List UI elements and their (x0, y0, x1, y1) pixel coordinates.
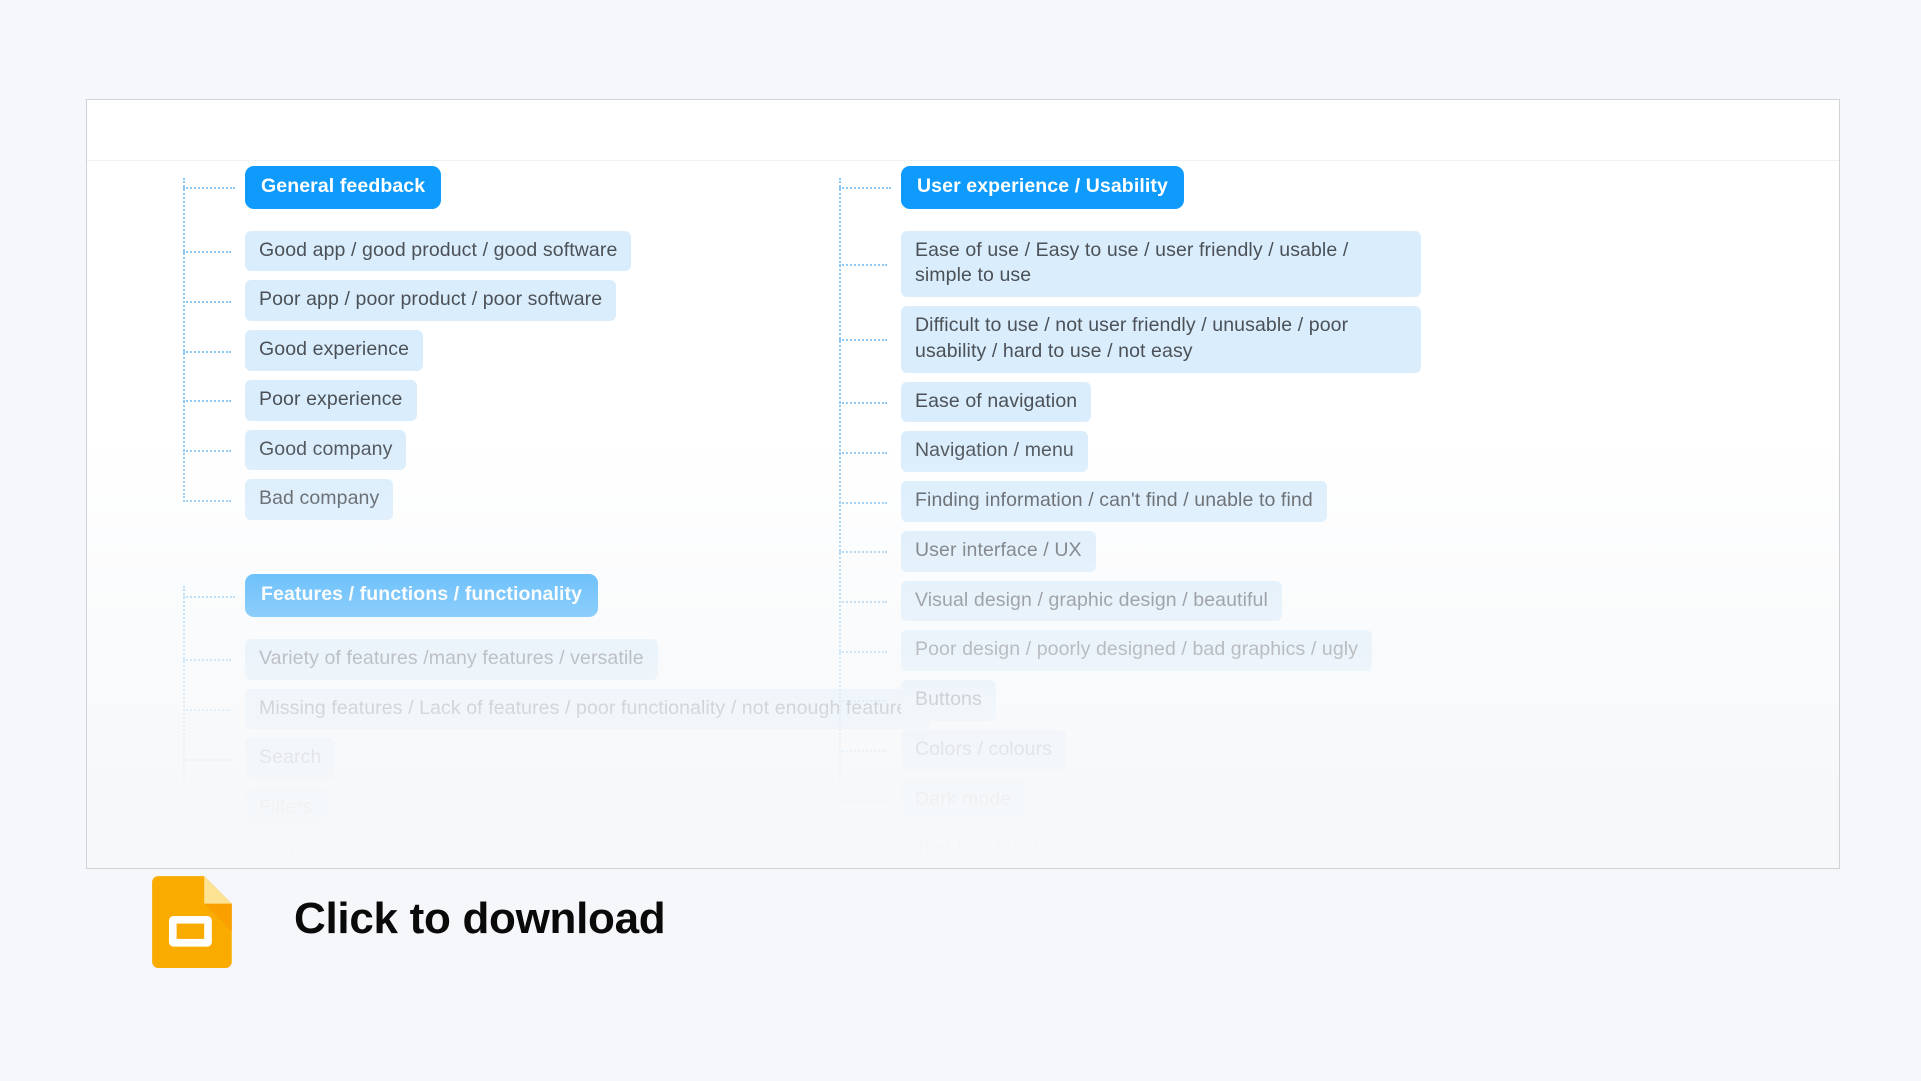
connector-branch (839, 849, 887, 852)
topic-header-label: User experience / Usability (901, 166, 1184, 209)
topic-item-node[interactable]: Colors / colours (839, 729, 1739, 771)
connector-branch (183, 450, 231, 453)
connector-branch (839, 263, 887, 266)
connector-branch (839, 451, 887, 454)
mindmap-columns: General feedback Good app / good product… (87, 100, 1839, 868)
connector-branch (183, 808, 231, 811)
topic-item-label: Ease of navigation (901, 381, 1092, 423)
topic-item-node[interactable]: Ease of navigation (839, 381, 1739, 423)
topic-item-node[interactable]: Visual design / graphic design / beautif… (839, 580, 1739, 622)
topic-item-label: Poor experience (245, 379, 417, 421)
connector-branch (839, 750, 887, 753)
download-label: Click to download (294, 894, 666, 943)
topic-item-label: Variety of features /many features / ver… (245, 638, 658, 680)
topic-item-label: Bad company (245, 479, 394, 521)
topic-header-label: Features / functions / functionality (245, 574, 599, 617)
topic-item-node[interactable]: Ease of use / Easy to use / user friendl… (839, 230, 1739, 298)
connector-branch (183, 400, 231, 403)
slide-document-panel: General feedback Good app / good product… (86, 99, 1840, 869)
topic-item-node[interactable]: Dark mode (839, 779, 1739, 821)
topic-item-node[interactable]: Buttons (839, 680, 1739, 721)
topic-item-label: Navigation / menu (901, 431, 1088, 473)
topic-item-label: Filters (245, 788, 327, 829)
connector-branch (839, 187, 891, 190)
topic-item-label: Poor app / poor product / poor software (245, 280, 617, 322)
connector-spine (839, 178, 841, 868)
topic-item-label: Missing features / Lack of features / po… (245, 688, 932, 730)
topic-item-label: Text font / text size (901, 829, 1093, 868)
topic-item-node[interactable]: Poor design / poorly designed / bad grap… (839, 630, 1739, 672)
connector-branch (183, 187, 235, 190)
topic-item-label: Difficult to use / not user friendly / u… (901, 306, 1421, 373)
connector-branch (839, 600, 887, 603)
connector-branch (183, 595, 235, 598)
connector-branch (839, 700, 887, 703)
connector-branch (839, 551, 887, 554)
topic-item-label: Visual design / graphic design / beautif… (901, 580, 1282, 622)
connector-branch (183, 300, 231, 303)
connector-branch (839, 501, 887, 504)
topic-item-node[interactable]: Navigation / menu (839, 431, 1739, 473)
topic-item-node[interactable]: Finding information / can't find / unabl… (839, 481, 1739, 522)
topic-item-node[interactable]: User interface / UX (839, 530, 1739, 572)
connector-branch (183, 251, 231, 254)
topic-item-label: Good experience (245, 330, 424, 371)
connector-branch (183, 499, 231, 502)
topic-item-label: Dark mode (901, 779, 1026, 821)
connector-branch (183, 708, 231, 711)
download-cta[interactable]: Click to download (146, 870, 666, 968)
connector-branch (839, 650, 887, 653)
topic-item-node[interactable]: Difficult to use / not user friendly / u… (839, 306, 1739, 373)
topic-item-label: Good company (245, 429, 407, 471)
connector-spine (183, 586, 185, 868)
topic-item-label: Finding information / can't find / unabl… (901, 481, 1327, 522)
connector-branch (839, 799, 887, 802)
topic-item-label: Poor design / poorly designed / bad grap… (901, 630, 1373, 672)
topic-item-label: Colors / colours (901, 729, 1067, 771)
topic-item-label: User interface / UX (901, 530, 1096, 572)
topic-item-node[interactable]: Text font / text size (839, 829, 1739, 868)
mindmap-column-right: User experience / Usability Ease of use … (839, 166, 1739, 868)
connector-branch (183, 758, 231, 761)
connector-branch (183, 659, 231, 662)
connector-branch (839, 339, 887, 342)
connector-branch (183, 858, 231, 861)
google-slides-icon[interactable] (146, 870, 244, 968)
topic-item-label: Preferences / settings (245, 837, 464, 868)
topic-header-label: General feedback (245, 166, 442, 209)
connector-branch (183, 350, 231, 353)
topic-item-label: Buttons (901, 680, 996, 721)
topic-item-label: Ease of use / Easy to use / user friendl… (901, 230, 1421, 298)
topic-group-user-experience: User experience / Usability Ease of use … (839, 166, 1739, 868)
connector-branch (839, 402, 887, 405)
topic-item-label: Good app / good product / good software (245, 230, 632, 272)
topic-header-node[interactable]: User experience / Usability (839, 166, 1739, 209)
topic-item-label: Search (245, 738, 336, 780)
